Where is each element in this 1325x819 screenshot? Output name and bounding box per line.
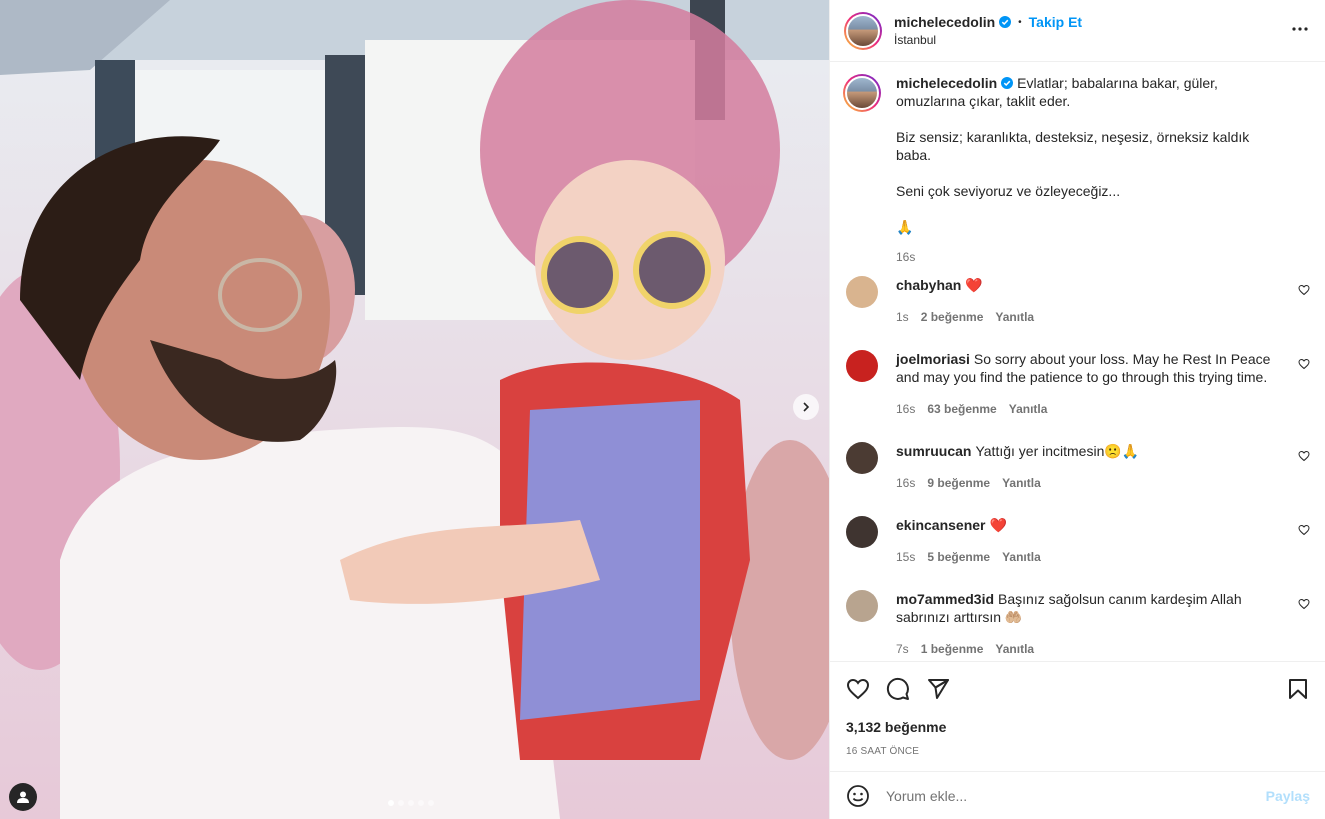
- emoji-smiley-icon[interactable]: [846, 784, 870, 808]
- post-comment-button[interactable]: Paylaş: [1266, 788, 1310, 804]
- comments-list[interactable]: michelecedolin Evlatlar; babalarına bakar…: [830, 62, 1325, 661]
- carousel-dot: [388, 800, 394, 806]
- comment-bubble-icon[interactable]: [886, 677, 910, 701]
- post-actions: 3,132 beğenme 16 SAAT ÖNCE: [830, 661, 1325, 771]
- bookmark-icon[interactable]: [1286, 677, 1310, 701]
- author-username[interactable]: michelecedolin: [894, 14, 995, 30]
- share-send-icon[interactable]: [926, 677, 950, 701]
- like-comment-heart-icon[interactable]: [1298, 524, 1310, 536]
- post-caption: michelecedolin Evlatlar; babalarına bakar…: [843, 74, 1310, 266]
- follow-button[interactable]: Takip Et: [1029, 14, 1082, 30]
- comment-text: ❤️: [989, 517, 1007, 533]
- comment-item: chabyhan ❤️ 1s 2 beğenme Yanıtla: [846, 276, 1310, 326]
- carousel-dot: [408, 800, 414, 806]
- commenter-username[interactable]: ekincansener: [896, 517, 986, 533]
- comment-time[interactable]: 15s: [896, 548, 915, 566]
- comment-likes[interactable]: 2 beğenme: [921, 308, 984, 326]
- reply-button[interactable]: Yanıtla: [1009, 400, 1048, 418]
- carousel-dots: [388, 800, 434, 806]
- author-avatar[interactable]: [844, 11, 882, 50]
- comment-text: ❤️: [965, 277, 983, 293]
- commenter-avatar[interactable]: [846, 590, 878, 622]
- comment-time[interactable]: 16s: [896, 400, 915, 418]
- commenter-username[interactable]: sumruucan: [896, 443, 971, 459]
- comment-item: joelmoriasi So sorry about your loss. May…: [846, 350, 1310, 418]
- comment-time[interactable]: 16s: [896, 474, 915, 492]
- verified-badge-icon: [1001, 77, 1014, 89]
- commenter-username[interactable]: mo7ammed3id: [896, 591, 994, 607]
- post-time-ago[interactable]: 16 SAAT ÖNCE: [846, 746, 1310, 757]
- like-heart-icon[interactable]: [846, 677, 870, 701]
- comment-time[interactable]: 7s: [896, 640, 909, 658]
- chevron-right-icon: [803, 402, 810, 412]
- caption-avatar[interactable]: [843, 74, 881, 112]
- tagged-users-button[interactable]: [9, 783, 37, 811]
- comment-likes[interactable]: 9 beğenme: [927, 474, 990, 492]
- like-comment-heart-icon[interactable]: [1298, 598, 1310, 610]
- post-location[interactable]: İstanbul: [894, 33, 1082, 47]
- comment-item: sumruucan Yattığı yer incitmesin🙁🙏 16s 9 b…: [846, 442, 1310, 492]
- commenter-avatar[interactable]: [846, 276, 878, 308]
- comment-likes[interactable]: 63 beğenme: [927, 400, 996, 418]
- post-photo[interactable]: [0, 0, 829, 819]
- like-count[interactable]: 3,132 beğenme: [846, 719, 1310, 735]
- comment-likes[interactable]: 5 beğenme: [927, 548, 990, 566]
- add-comment-bar: Paylaş: [830, 771, 1325, 819]
- comment-likes[interactable]: 1 beğenme: [921, 640, 984, 658]
- comment-input[interactable]: [886, 787, 1266, 804]
- commenter-avatar[interactable]: [846, 350, 878, 382]
- commenter-username[interactable]: joelmoriasi: [896, 351, 970, 367]
- user-icon: [17, 791, 29, 803]
- comment-text: Yattığı yer incitmesin🙁🙏: [975, 443, 1140, 459]
- carousel-dot: [398, 800, 404, 806]
- reply-button[interactable]: Yanıtla: [995, 640, 1034, 658]
- caption-time[interactable]: 16s: [896, 248, 915, 266]
- commenter-avatar[interactable]: [846, 442, 878, 474]
- verified-badge-icon: [999, 16, 1012, 28]
- carousel-dot: [418, 800, 424, 806]
- reply-button[interactable]: Yanıtla: [995, 308, 1034, 326]
- photo-illustration: [0, 0, 829, 819]
- like-comment-heart-icon[interactable]: [1298, 450, 1310, 462]
- comment-item: mo7ammed3id Başınız sağolsun canım kardeş…: [846, 590, 1310, 658]
- reply-button[interactable]: Yanıtla: [1002, 548, 1041, 566]
- reply-button[interactable]: Yanıtla: [1002, 474, 1041, 492]
- more-options-icon[interactable]: [1291, 20, 1309, 38]
- caption-text-line3: Seni çok seviyoruz ve özleyeceğiz...: [896, 183, 1121, 199]
- comment-item: ekincansener ❤️ 15s 5 beğenme Yanıtla: [846, 516, 1310, 566]
- commenter-avatar[interactable]: [846, 516, 878, 548]
- caption-text-line2: Biz sensiz; karanlıkta, desteksiz, neşes…: [896, 129, 1250, 163]
- caption-username[interactable]: michelecedolin: [896, 75, 997, 91]
- carousel-dot: [428, 800, 434, 806]
- separator-dot: •: [1018, 16, 1022, 28]
- next-photo-button[interactable]: [793, 394, 819, 420]
- post-header: michelecedolin • Takip Et İstanbul: [830, 0, 1325, 62]
- commenter-username[interactable]: chabyhan: [896, 277, 961, 293]
- post-side-panel: michelecedolin • Takip Et İstanbul miche…: [829, 0, 1325, 819]
- like-comment-heart-icon[interactable]: [1298, 284, 1310, 296]
- comment-time[interactable]: 1s: [896, 308, 909, 326]
- like-comment-heart-icon[interactable]: [1298, 358, 1310, 370]
- caption-emoji: 🙏: [896, 219, 914, 235]
